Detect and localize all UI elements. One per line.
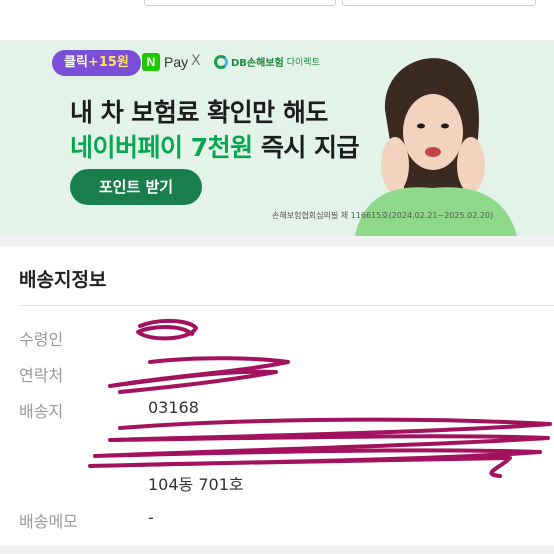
top-button-strip xyxy=(0,0,554,34)
shipping-info-title: 배송지정보 xyxy=(19,269,107,291)
memo-value: - xyxy=(148,508,154,527)
contact-redaction xyxy=(108,356,290,394)
memo-label: 배송메모 xyxy=(19,512,78,531)
collab-times-symbol: X xyxy=(191,53,201,69)
click-reward-badge: 클릭+15원 xyxy=(52,50,141,76)
bottom-divider xyxy=(0,546,554,554)
click-badge-prefix: 클릭 xyxy=(64,55,88,70)
contact-label: 연락처 xyxy=(19,366,64,385)
ad-banner[interactable]: 클릭+15원 N Pay X DB손해보험 다이렉트 내 차 보험료 확인만 해… xyxy=(0,40,554,236)
naver-pay-brand: N Pay xyxy=(142,53,188,71)
banner-headline-accent: 네이버페이 7천원 xyxy=(70,133,253,162)
naver-pay-label: Pay xyxy=(164,54,189,70)
db-brand-sub: 다이렉트 xyxy=(286,58,320,68)
db-brand-name: DB손해보험 xyxy=(231,58,284,69)
banner-headline-line1: 내 차 보험료 확인만 해도 xyxy=(70,98,328,127)
address-label: 배송지 xyxy=(19,402,64,421)
title-divider xyxy=(19,305,554,306)
model-photo xyxy=(355,58,517,236)
db-insurance-brand: DB손해보험 다이렉트 xyxy=(214,54,320,69)
db-logo-icon xyxy=(214,54,228,69)
postal-code: 03168 xyxy=(148,398,199,417)
address-detail: 104동 701호 xyxy=(148,475,244,494)
recipient-label: 수령인 xyxy=(19,330,64,349)
click-badge-amount: +15원 xyxy=(87,55,129,70)
section-divider xyxy=(0,236,554,246)
top-left-button[interactable] xyxy=(144,0,336,6)
banner-headline-rest: 즉시 지급 xyxy=(252,133,360,162)
get-points-button[interactable]: 포인트 받기 xyxy=(70,169,202,205)
address-redaction xyxy=(88,417,552,478)
top-right-button[interactable] xyxy=(342,0,536,6)
naver-pay-logo-icon: N xyxy=(142,53,160,71)
recipient-redaction xyxy=(136,319,198,341)
banner-headline-line2: 네이버페이 7천원 즉시 지급 xyxy=(70,128,360,164)
ad-disclaimer: 손해보험협회심의필 제 116615호(2024.02.21~2025.02.2… xyxy=(272,211,494,220)
